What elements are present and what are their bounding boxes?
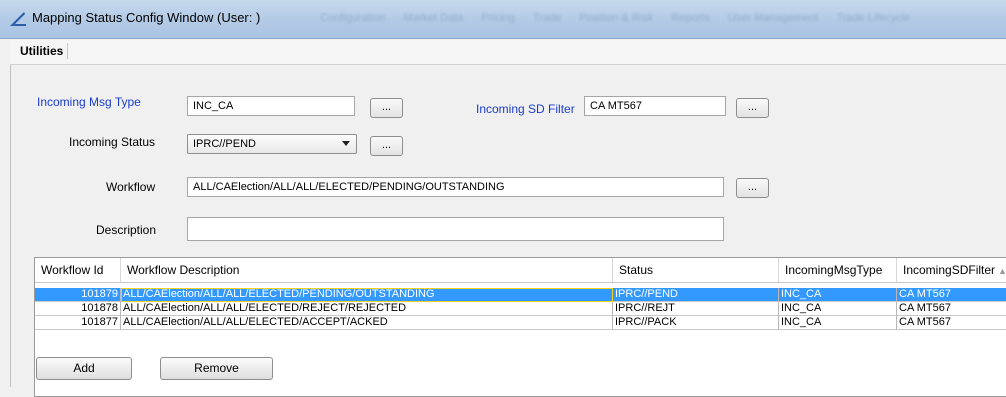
incoming-sd-filter-browse-button[interactable]: ...	[736, 98, 769, 118]
incoming-sd-filter-label: Incoming SD Filter	[476, 102, 575, 116]
cell-status: IPRC//PEND	[613, 288, 779, 302]
workflow-label: Workflow	[106, 180, 156, 194]
form-panel: Incoming Msg Type INC_CA ... Incoming SD…	[10, 65, 1006, 397]
incoming-sd-filter-input[interactable]: CA MT567	[584, 96, 726, 116]
column-header-workflow-description[interactable]: Workflow Description	[121, 258, 613, 282]
cell-incoming-msg-type: INC_CA	[779, 288, 897, 302]
cell-workflow-id: 101879	[35, 288, 121, 302]
cell-workflow-description: ALL/CAElection/ALL/ALL/ELECTED/ACCEPT/AC…	[121, 316, 613, 330]
table-header: Workflow Id Workflow Description Status …	[35, 258, 1006, 283]
incoming-msg-type-browse-button[interactable]: ...	[370, 98, 403, 118]
column-header-workflow-id[interactable]: Workflow Id	[35, 258, 121, 282]
incoming-msg-type-input[interactable]: INC_CA	[187, 96, 355, 116]
incoming-msg-type-label: Incoming Msg Type	[37, 95, 141, 109]
workflow-browse-button[interactable]: ...	[736, 178, 769, 198]
cell-status: IPRC//REJT	[613, 302, 779, 316]
cell-workflow-description: ALL/CAElection/ALL/ALL/ELECTED/PENDING/O…	[121, 288, 613, 302]
app-icon	[10, 12, 26, 26]
menu-bar: Utilities	[10, 40, 1006, 65]
cell-incoming-msg-type: INC_CA	[779, 316, 897, 330]
cell-incoming-sd-filter: CA MT567	[897, 316, 1006, 330]
window-title: Mapping Status Config Window (User: )	[32, 10, 261, 25]
chevron-down-icon	[342, 141, 350, 146]
add-button[interactable]: Add	[36, 357, 132, 380]
column-header-incoming-sd-filter[interactable]: IncomingSDFilter▲	[897, 258, 1006, 282]
cell-incoming-sd-filter: CA MT567	[897, 302, 1006, 316]
incoming-status-label: Incoming Status	[69, 135, 156, 149]
description-label: Description	[96, 223, 157, 237]
column-header-incoming-msg-type[interactable]: IncomingMsgType	[779, 258, 897, 282]
incoming-status-value: IPRC//PEND	[193, 138, 256, 150]
remove-button[interactable]: Remove	[160, 357, 273, 380]
cell-incoming-sd-filter: CA MT567	[897, 288, 1006, 302]
workflow-input[interactable]: ALL/CAElection/ALL/ALL/ELECTED/PENDING/O…	[187, 177, 724, 197]
cell-workflow-id: 101878	[35, 302, 121, 316]
title-bar: Mapping Status Config Window (User: ) Co…	[0, 0, 1006, 39]
cell-status: IPRC//PACK	[613, 316, 779, 330]
cell-workflow-id: 101877	[35, 316, 121, 330]
table-row[interactable]: 101877 ALL/CAElection/ALL/ALL/ELECTED/AC…	[35, 316, 1006, 330]
cell-workflow-description: ALL/CAElection/ALL/ALL/ELECTED/REJECT/RE…	[121, 302, 613, 316]
table-row[interactable]: 101878 ALL/CAElection/ALL/ALL/ELECTED/RE…	[35, 302, 1006, 316]
column-header-status[interactable]: Status	[613, 258, 779, 282]
cell-incoming-msg-type: INC_CA	[779, 302, 897, 316]
menu-utilities[interactable]: Utilities	[16, 43, 69, 59]
table-row[interactable]: 101879 ALL/CAElection/ALL/ALL/ELECTED/PE…	[35, 288, 1006, 302]
description-input[interactable]	[187, 217, 724, 241]
sort-icon: ▲	[998, 266, 1006, 276]
background-menu: Configuration Market Data Pricing Trade Posi…	[320, 12, 911, 24]
incoming-status-browse-button[interactable]: ...	[370, 136, 403, 156]
incoming-status-select[interactable]: IPRC//PEND	[187, 134, 357, 154]
